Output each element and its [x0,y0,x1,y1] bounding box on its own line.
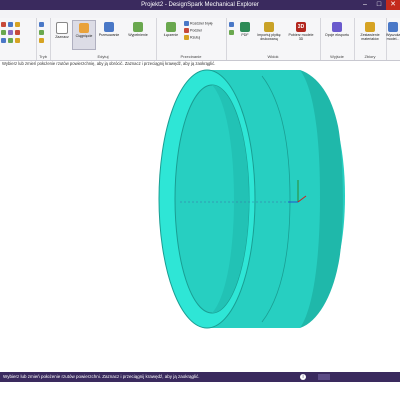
search-model-icon [388,22,398,32]
export-label: Opcje eksportu [324,33,350,37]
bom-label: Zestawienie materiałów [360,33,380,41]
move-tool[interactable]: Przesuwanie [96,22,122,37]
group-label-tryb: Tryb [39,54,47,59]
export-options-tool[interactable]: Opcje eksportu [322,22,352,37]
project-icon [184,35,189,40]
paste-icon[interactable] [15,22,20,27]
window-title: Projekt2 - DesignSpark Mechanical Explor… [141,2,259,8]
3d-models-tool[interactable]: 3D Pobierz modele 3D [286,22,316,41]
group-label-edytuj: Edytuj [97,54,109,59]
status-message: Wybierz lub zmień położenie rzutów powie… [3,374,200,379]
cursor-icon [56,22,68,34]
ribbon-group-zbiory: Zestawienie materiałów Zbiory [354,18,387,60]
ribbon-group-edytuj: Zaznacz Ciągnięcie Przesuwanie Wypełnien… [50,18,157,60]
ribbon-group-widok: PDF Importuj płytkę drukowaną 3D Pobierz… [226,18,321,60]
ribbon-group-more: Wyszukaj model... [386,18,400,60]
group-label-wyjscie: Wyjście [330,54,344,59]
ribbon-group-przecinanie: Łączenie Rozdziel bryłę Podziel Rzutuj P… [156,18,227,60]
taskbar-area [0,382,400,400]
arc-icon[interactable] [8,38,13,43]
more-label: Wyszukaj model... [386,33,400,41]
pdf-label: PDF [241,33,249,37]
import-pcb-label: Importuj płytkę drukowaną [257,33,281,41]
circle-icon[interactable] [1,38,6,43]
fill-icon [133,22,143,32]
sketch-icon[interactable] [1,30,6,35]
info-icon[interactable]: i [300,374,306,380]
pull-tool[interactable]: Ciągnięcie [72,20,96,50]
export-icon [332,22,342,32]
fill-label: Wypełnienie [128,33,148,37]
pull-icon [79,23,89,33]
fill-tool[interactable]: Wypełnienie [124,22,152,37]
copy-icon[interactable] [8,22,13,27]
model-canvas[interactable] [0,66,400,372]
select-label: Zaznacz [55,35,69,39]
pdf-icon [240,22,250,32]
project-tool[interactable]: Rzutuj [184,35,200,40]
spline-icon[interactable] [15,38,20,43]
ribbon-tabs [0,10,400,18]
more-tool[interactable]: Wyszukaj model... [386,22,400,41]
view-icon-1[interactable] [229,22,234,27]
minimize-icon[interactable]: – [358,0,372,10]
split-tool[interactable]: Podziel [184,28,202,33]
3d-models-icon: 3D [296,22,306,32]
status-bar: Wybierz lub zmień położenie rzutów powie… [0,372,400,382]
ribbon-group-tryb: Tryb [36,18,51,60]
combine-label: Łączenie [163,33,179,37]
split-body-icon [184,21,189,26]
import-pcb-tool[interactable]: Importuj płytkę drukowaną [254,22,284,41]
pull-label: Ciągnięcie [75,34,93,38]
maximize-icon[interactable]: □ [372,0,386,10]
line-icon[interactable] [8,30,13,35]
3d-mode-icon[interactable] [39,38,44,43]
bom-tool[interactable]: Zestawienie materiałów [355,22,385,41]
split-body-tool[interactable]: Rozdziel bryłę [184,21,213,26]
ribbon: Tryb Zaznacz Ciągnięcie Przesuwanie Wype… [0,18,400,61]
pcb-icon [264,22,274,32]
group-label-zbiory: Zbiory [364,54,376,59]
move-label: Przesuwanie [98,33,120,37]
status-dropdown[interactable] [318,374,330,380]
section-mode-icon[interactable] [39,30,44,35]
group-label-przecinanie: Przecinanie [180,54,202,59]
title-bar: Projekt2 - DesignSpark Mechanical Explor… [0,0,400,10]
select-tool[interactable]: Zaznacz [52,22,72,39]
cut-icon[interactable] [1,22,6,27]
rect-icon[interactable] [15,30,20,35]
ribbon-group-left [0,18,37,60]
3d-models-label: Pobierz modele 3D [288,33,314,41]
pdf-tool[interactable]: PDF [238,22,252,37]
combine-tool[interactable]: Łączenie [160,22,182,37]
view-icon-2[interactable] [229,30,234,35]
sketch-mode-icon[interactable] [39,22,44,27]
3d-viewport[interactable] [0,66,400,372]
split-icon [184,28,189,33]
group-label-widok: Widok [267,54,279,59]
bom-icon [365,22,375,32]
ribbon-group-wyjscie: Opcje eksportu Wyjście [320,18,355,60]
move-icon [104,22,114,32]
combine-icon [166,22,176,32]
close-icon[interactable]: ✕ [386,0,400,10]
